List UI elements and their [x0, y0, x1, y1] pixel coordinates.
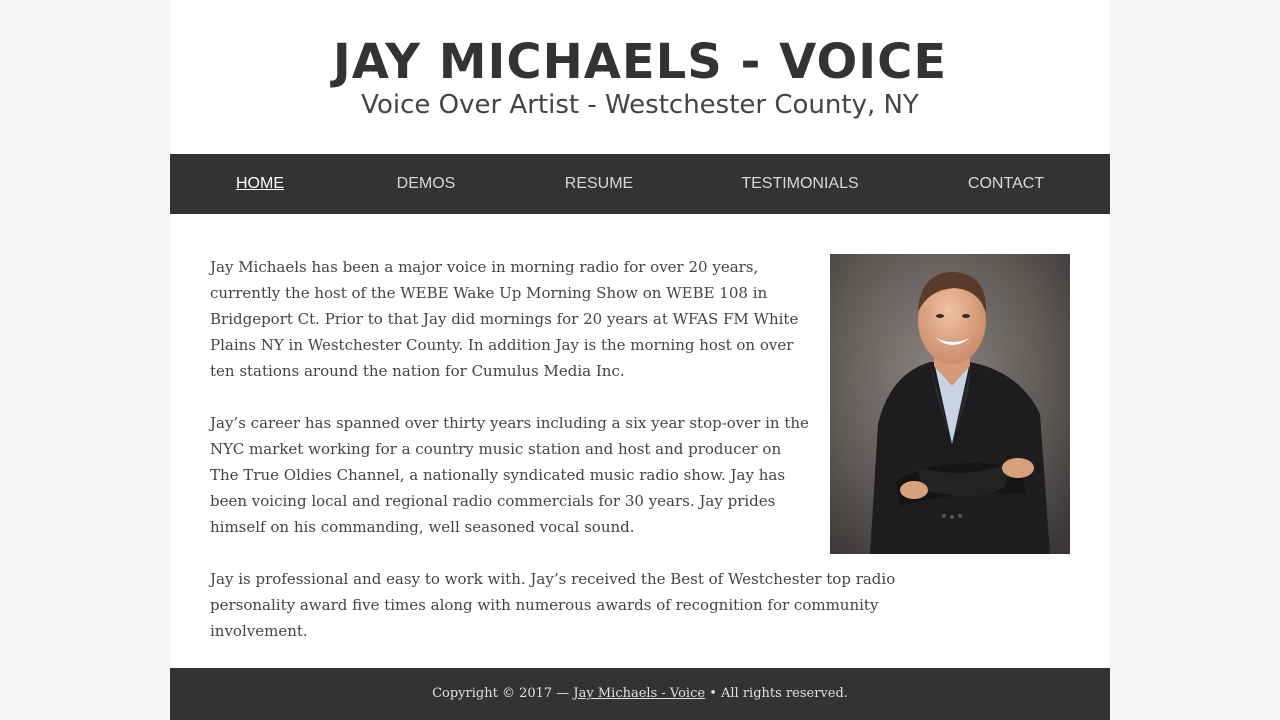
intro-paragraph: Jay Michaels has been a major voice in m… — [210, 258, 799, 380]
copyright-prefix: Copyright © 2017 — — [432, 686, 574, 701]
nav-item-demos[interactable]: DEMOS — [397, 154, 456, 214]
page-container: JAY MICHAELS - VOICE Voice Over Artist -… — [170, 0, 1110, 720]
awards-paragraph: Jay is professional and easy to work wit… — [210, 570, 896, 640]
footer-site-link[interactable]: Jay Michaels - Voice — [573, 686, 705, 701]
nav-item-home[interactable]: HOME — [236, 154, 284, 214]
career-paragraph: Jay’s career has spanned over thirty yea… — [210, 414, 809, 536]
nav-item-contact[interactable]: CONTACT — [968, 154, 1044, 214]
site-header: JAY MICHAELS - VOICE Voice Over Artist -… — [170, 0, 1110, 154]
nav-item-testimonials[interactable]: TESTIMONIALS — [741, 154, 858, 214]
main-nav: HOME DEMOS RESUME TESTIMONIALS CONTACT — [170, 154, 1110, 214]
main-content: Jay Michaels has been a major voice in m… — [210, 254, 1070, 670]
site-tagline: Voice Over Artist - Westchester County, … — [361, 90, 919, 120]
site-footer: Copyright © 2017 — Jay Michaels - Voice … — [170, 668, 1110, 720]
site-title[interactable]: JAY MICHAELS - VOICE — [170, 32, 1110, 92]
copyright-suffix: • All rights reserved. — [705, 686, 848, 701]
nav-item-resume[interactable]: RESUME — [565, 154, 633, 214]
